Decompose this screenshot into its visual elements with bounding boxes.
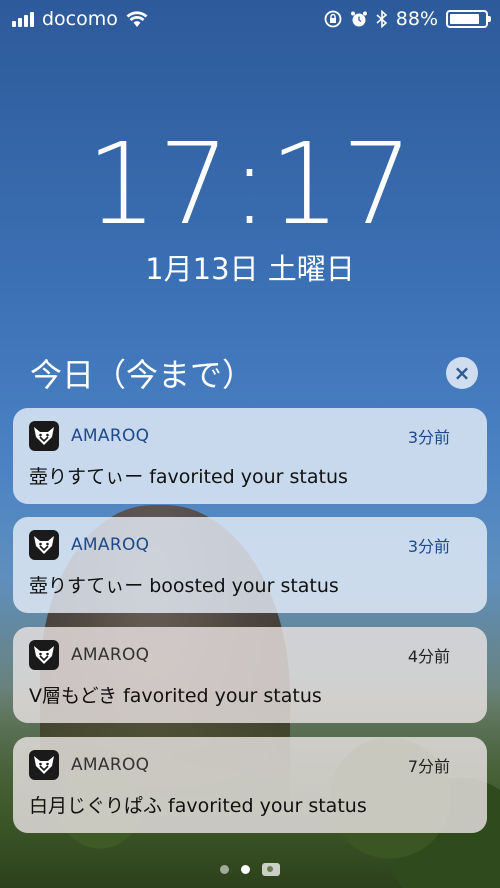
notification-card[interactable]: AMAROQ 3分前 壺りすてぃー favorited your status [13,408,487,504]
notification-body: 白月じぐりぱふ favorited your status [29,795,367,817]
app-name: AMAROQ [71,535,150,555]
notification-section-header: 今日（今まで） × [30,350,478,396]
clock-time: 17:17 [86,120,414,250]
notification-card[interactable]: AMAROQ 7分前 白月じぐりぱふ favorited your status [13,737,487,833]
section-title: 今日（今まで） [30,356,255,394]
notification-body: 壺りすてぃー favorited your status [29,466,348,488]
close-icon: × [453,361,471,385]
amaroq-app-icon [29,421,59,451]
battery-percent: 88% [395,8,438,30]
rotation-lock-icon [324,10,342,28]
notification-time: 3分前 [407,537,450,556]
page-dot-active[interactable] [241,865,250,874]
amaroq-app-icon [29,750,59,780]
notification-time: 7分前 [407,757,450,776]
notification-time: 4分前 [407,647,450,666]
app-name: AMAROQ [71,645,150,665]
signal-icon [12,11,34,27]
clock-date: 1月13日 土曜日 [145,252,355,286]
battery-level [450,14,480,24]
page-indicator [0,863,500,876]
wifi-icon [126,10,148,27]
app-name: AMAROQ [71,755,150,775]
page-dot[interactable] [220,865,229,874]
bluetooth-icon [376,10,387,28]
amaroq-app-icon [29,530,59,560]
alarm-icon [350,11,367,27]
notification-body: V層もどき favorited your status [29,685,322,707]
notification-time: 3分前 [407,428,450,447]
app-name: AMAROQ [71,426,150,446]
notification-body: 壺りすてぃー boosted your status [29,575,339,597]
notification-card[interactable]: AMAROQ 3分前 壺りすてぃー boosted your status [13,517,487,613]
notification-card[interactable]: AMAROQ 4分前 V層もどき favorited your status [13,627,487,723]
carrier-label: docomo [42,8,118,30]
battery-icon [446,10,491,28]
amaroq-app-icon [29,640,59,670]
camera-icon[interactable] [262,863,280,876]
clear-notifications-button[interactable]: × [446,357,478,389]
status-bar: docomo 88% [12,6,491,32]
